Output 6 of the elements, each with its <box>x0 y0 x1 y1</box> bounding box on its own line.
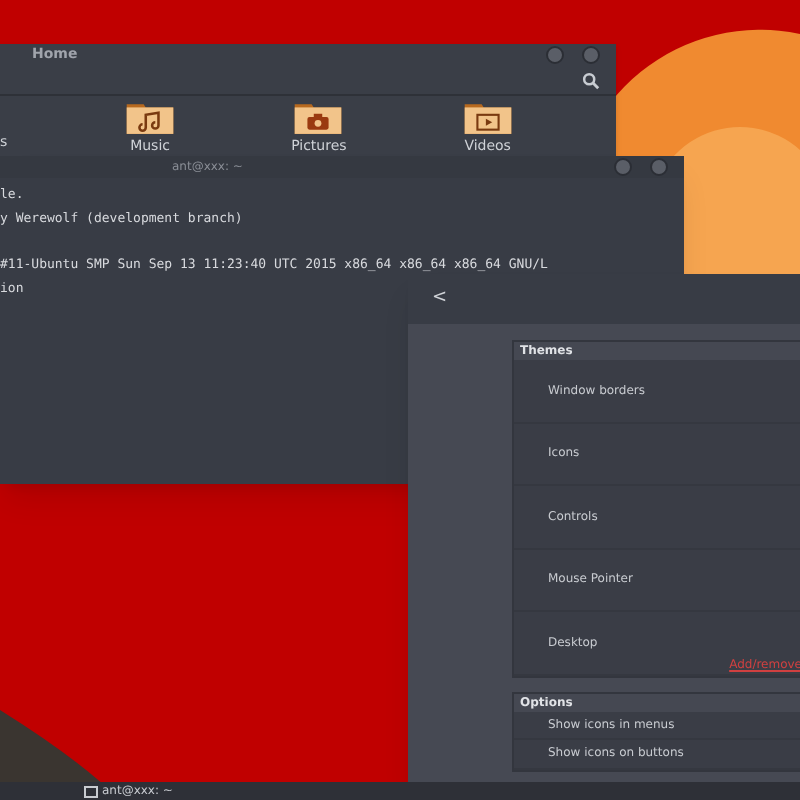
folder-camera-icon <box>292 100 345 136</box>
back-button[interactable]: < <box>432 285 448 313</box>
folder-music-note-icon <box>124 100 177 136</box>
window-icon <box>84 785 98 797</box>
folder-film-icon <box>461 100 514 136</box>
search-icon[interactable] <box>582 71 600 89</box>
